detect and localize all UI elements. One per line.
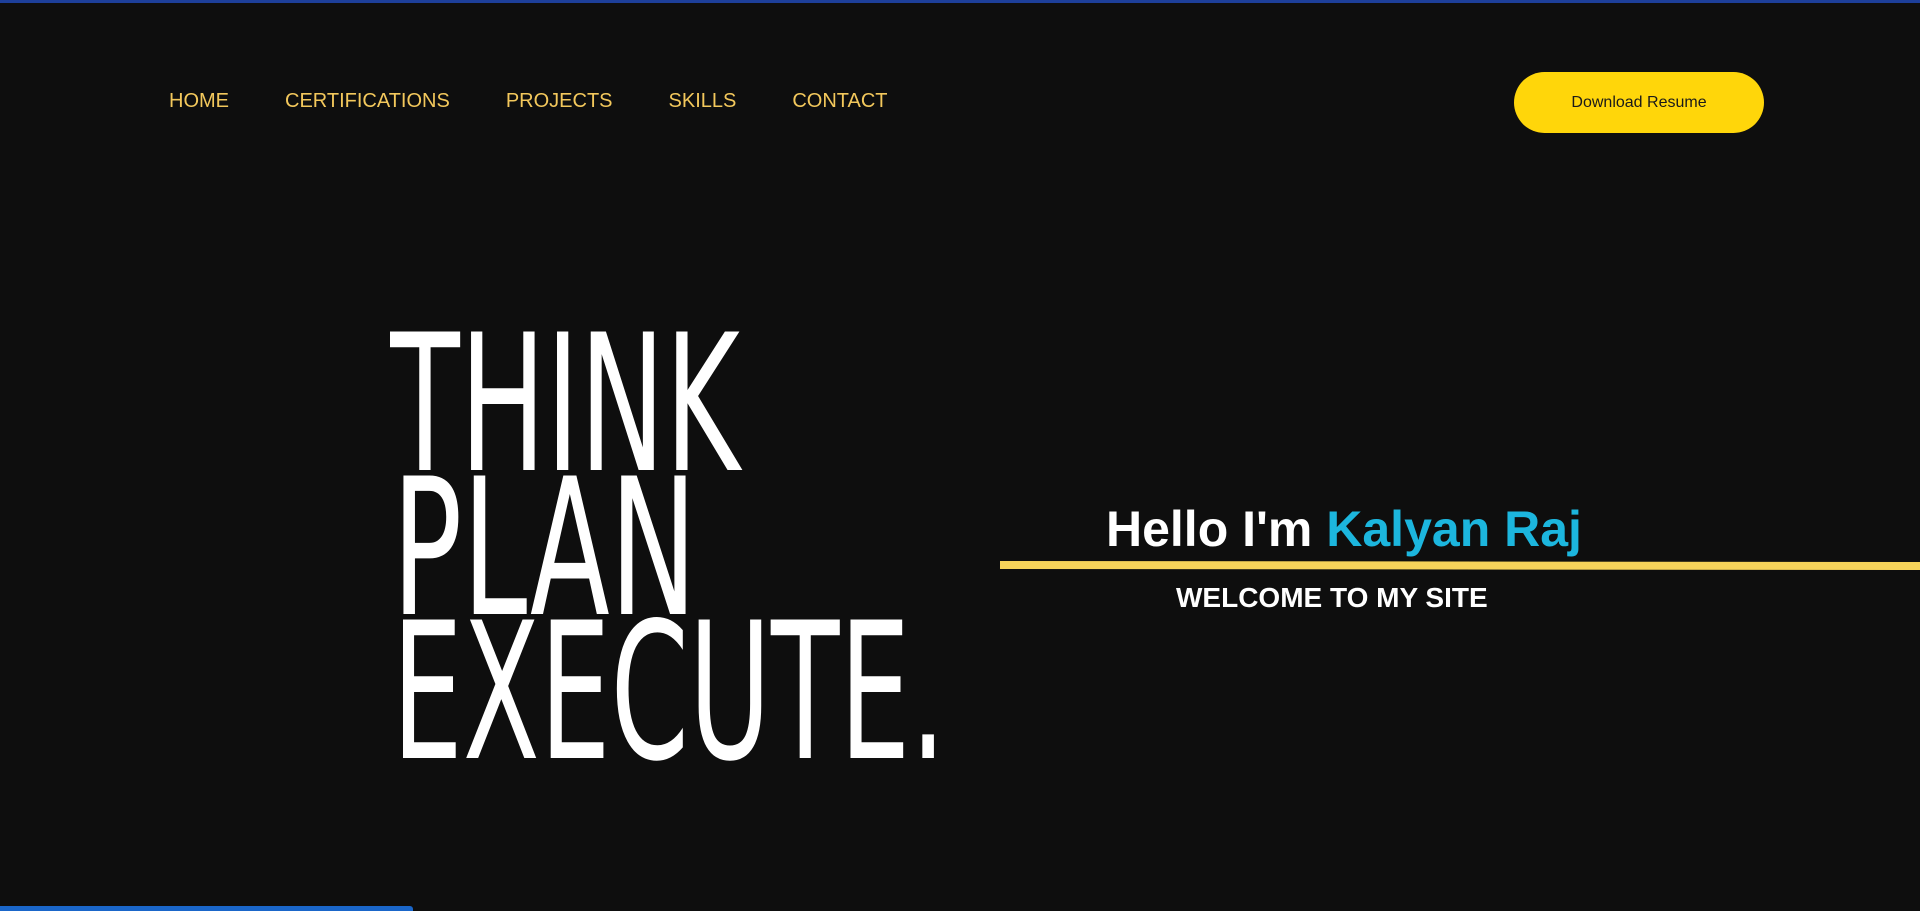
nav-item-projects[interactable]: PROJECTS bbox=[506, 88, 613, 114]
greeting-heading: Hello I'm Kalyan Raj bbox=[1106, 500, 1582, 558]
page: HOME CERTIFICATIONS PROJECTS SKILLS CONT… bbox=[0, 0, 1920, 911]
slogan-line-execute: EXECUTE. bbox=[392, 582, 946, 768]
nav-item-skills[interactable]: SKILLS bbox=[669, 88, 737, 114]
main-nav: HOME CERTIFICATIONS PROJECTS SKILLS CONT… bbox=[169, 88, 944, 114]
slogan-graphic: THINK PLAN EXECUTE. bbox=[390, 318, 990, 768]
welcome-subtitle: WELCOME TO MY SITE bbox=[1176, 582, 1488, 613]
greeting-prefix: Hello I'm bbox=[1106, 501, 1327, 557]
download-resume-button[interactable]: Download Resume bbox=[1514, 72, 1764, 133]
accent-line bbox=[1000, 561, 1920, 570]
greeting-name: Kalyan Raj bbox=[1326, 501, 1582, 557]
nav-item-certifications[interactable]: CERTIFICATIONS bbox=[285, 88, 450, 114]
scroll-progress-fill bbox=[0, 906, 413, 911]
scroll-progress-bar bbox=[0, 906, 1920, 911]
top-border bbox=[0, 0, 1920, 3]
nav-item-home[interactable]: HOME bbox=[169, 88, 229, 114]
nav-item-contact[interactable]: CONTACT bbox=[792, 88, 887, 114]
